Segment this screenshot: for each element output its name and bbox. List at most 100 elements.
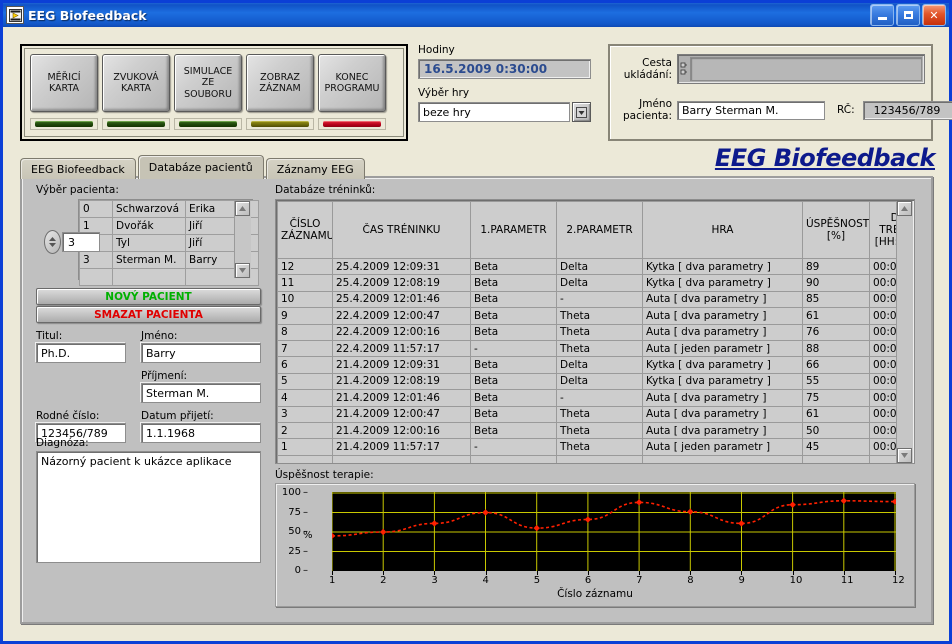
cell-success: 61 — [802, 307, 870, 325]
cell-success: 88 — [802, 339, 870, 358]
chart-x-tick: 11 — [840, 575, 854, 586]
measuring-card-button[interactable]: MĚŘICÍ KARTA — [30, 54, 98, 112]
hardware-button-row: MĚŘICÍ KARTA ZVUKOVÁ KARTA SIMULACE ZE SOUBO… — [30, 54, 386, 112]
surname-label: Příjmení: — [141, 370, 188, 382]
btn-line2: PROGRAMU — [324, 83, 380, 94]
col-success: ÚSPĚŠNOST [%] — [802, 201, 870, 259]
diagnosis-textarea[interactable]: Názorný pacient k ukázce aplikace — [36, 451, 261, 563]
chart-x-tickmark — [536, 571, 538, 575]
cell-success: 55 — [802, 372, 870, 391]
cell-time: 22.4.2009 11:57:17 — [332, 339, 471, 358]
chart-svg — [332, 492, 896, 571]
patient-rc-label: RČ: — [837, 104, 855, 116]
storage-path-control[interactable] — [677, 54, 925, 84]
cell-duration: 00:00:05 — [869, 405, 897, 423]
patient-index-value[interactable]: 3 — [62, 232, 100, 252]
table-row[interactable]: 4 21.4.2009 12:01:46 Beta - Auta [ dva p… — [277, 389, 897, 407]
cell-duration: 00:00:30 — [869, 356, 897, 374]
cell-duration: 00:03:07 — [869, 421, 897, 440]
tab-patient-database[interactable]: Databáze pacientů — [137, 155, 264, 179]
cell-record-number: 3 — [277, 405, 333, 423]
sound-card-button[interactable]: ZVUKOVÁ KARTA — [102, 54, 170, 112]
cell-duration: 00:00:07 — [869, 438, 897, 456]
patient-name-value[interactable]: Barry Sterman M. — [677, 100, 825, 120]
table-row[interactable]: 0 Schwarzová Erika — [79, 200, 259, 218]
led-show-record — [246, 118, 314, 130]
table-row[interactable]: 1 21.4.2009 11:57:17 - Theta Auta [ jede… — [277, 438, 897, 456]
storage-path-field[interactable] — [690, 57, 922, 81]
chart-label: Úspěšnost terapie: — [275, 469, 374, 481]
game-select-value[interactable]: beze hry — [418, 102, 570, 122]
tab-eeg-records[interactable]: Záznamy EEG — [265, 158, 365, 179]
table-row[interactable] — [79, 268, 259, 286]
scroll-down-button[interactable] — [235, 263, 250, 278]
scroll-up-button[interactable] — [897, 201, 912, 216]
new-patient-button[interactable]: NOVÝ PACIENT — [36, 288, 261, 305]
table-row[interactable]: 9 22.4.2009 12:00:47 Beta Theta Auta [ d… — [277, 307, 897, 325]
cell-param2: Delta — [556, 274, 643, 292]
table-row[interactable]: 1 Dvořák Jiří — [79, 217, 259, 235]
cell-time: 22.4.2009 12:00:16 — [332, 323, 471, 341]
col-param-2: 2.PARAMETR — [556, 201, 643, 259]
admission-date-input[interactable]: 1.1.1968 — [141, 423, 261, 443]
table-row[interactable] — [277, 454, 897, 463]
btn-line2: ZÁZNAM — [259, 83, 301, 94]
cell-param1: Beta — [470, 323, 557, 341]
close-button[interactable]: ✕ — [922, 4, 946, 26]
simulate-from-file-button[interactable]: SIMULACE ZE SOUBORU — [174, 54, 242, 112]
show-record-button[interactable]: ZOBRAZ ZÁZNAM — [246, 54, 314, 112]
table-row[interactable]: 10 25.4.2009 12:01:46 Beta - Auta [ dva … — [277, 290, 897, 309]
scroll-up-button[interactable] — [235, 201, 250, 216]
scroll-down-button[interactable] — [897, 448, 912, 463]
training-database-grid[interactable]: ČÍSLO ZÁZNAMU ČAS TRÉNINKU 1.PARAMETR 2.P… — [275, 199, 915, 464]
game-dropdown-button[interactable] — [572, 102, 591, 122]
folder-browse-icon[interactable] — [678, 55, 690, 83]
table-row[interactable]: 3 Sterman M. Barry — [79, 251, 259, 269]
cell-param1: Beta — [470, 307, 557, 325]
firstname-input[interactable]: Barry — [141, 343, 261, 363]
surname-input[interactable]: Sterman M. — [141, 383, 261, 403]
tab-eeg-biofeedback[interactable]: EEG Biofeedback — [20, 158, 136, 179]
table-row[interactable]: 2 21.4.2009 12:00:16 Beta Theta Auta [ d… — [277, 421, 897, 440]
hardware-panel: MĚŘICÍ KARTA ZVUKOVÁ KARTA SIMULACE ZE SOUBO… — [20, 44, 408, 141]
patient-id: 0 — [79, 200, 113, 218]
cell-time: 21.4.2009 12:00:47 — [332, 405, 471, 423]
patient-list[interactable]: 0 Schwarzová Erika 1 Dvořák Jiří 2 Tyl J… — [78, 199, 259, 286]
cell-game: Auta [ dva parametry ] — [642, 389, 803, 407]
cell-game: Auta [ dva parametry ] — [642, 405, 803, 423]
triangle-up-icon — [901, 206, 908, 211]
table-row[interactable]: 5 21.4.2009 12:08:19 Beta Delta Kytka [ … — [277, 372, 897, 391]
patient-list-scrollbar[interactable] — [234, 201, 251, 278]
table-row[interactable]: 3 21.4.2009 12:00:47 Beta Theta Auta [ d… — [277, 405, 897, 423]
patient-rc-value: 123456/789 — [862, 100, 952, 120]
maximize-button[interactable] — [896, 4, 920, 26]
cell-record-number: 10 — [277, 290, 333, 309]
cell-time: 25.4.2009 12:08:19 — [332, 274, 471, 292]
chart-x-title: Číslo záznamu — [557, 588, 633, 600]
cell-game: Kytka [ dva parametry ] — [642, 356, 803, 374]
table-row[interactable]: 8 22.4.2009 12:00:16 Beta Theta Auta [ d… — [277, 323, 897, 341]
minimize-button[interactable] — [870, 4, 894, 26]
title-input[interactable]: Ph.D. — [36, 343, 126, 363]
grid-scrollbar[interactable] — [896, 201, 913, 463]
cell-game: Auta [ dva parametry ] — [642, 290, 803, 309]
patient-index-stepper[interactable]: 3 — [44, 230, 100, 254]
chart-x-tickmark — [587, 571, 589, 575]
stepper-arrows[interactable] — [44, 230, 61, 254]
patient-surname — [112, 268, 186, 286]
cell-param2: Theta — [556, 421, 643, 440]
cell-game: Auta [ dva parametry ] — [642, 323, 803, 341]
cell-success: 50 — [802, 421, 870, 440]
table-row[interactable]: 12 25.4.2009 12:09:31 Beta Delta Kytka [… — [277, 257, 897, 276]
cell-param1: Beta — [470, 356, 557, 374]
table-row[interactable]: 7 22.4.2009 11:57:17 - Theta Auta [ jede… — [277, 339, 897, 358]
table-row[interactable]: 11 25.4.2009 12:08:19 Beta Delta Kytka [… — [277, 274, 897, 292]
table-row[interactable]: 6 21.4.2009 12:09:31 Beta Delta Kytka [ … — [277, 356, 897, 374]
cell-record-number: 4 — [277, 389, 333, 407]
game-select-label: Výběr hry — [418, 87, 470, 99]
delete-patient-button[interactable]: SMAZAT PACIENTA — [36, 306, 261, 323]
client-area: MĚŘICÍ KARTA ZVUKOVÁ KARTA SIMULACE ZE SOUBO… — [3, 27, 952, 641]
table-row[interactable]: 2 Tyl Jiří — [79, 234, 259, 252]
triangle-down-icon — [239, 268, 246, 273]
exit-program-button[interactable]: KONEC PROGRAMU — [318, 54, 386, 112]
